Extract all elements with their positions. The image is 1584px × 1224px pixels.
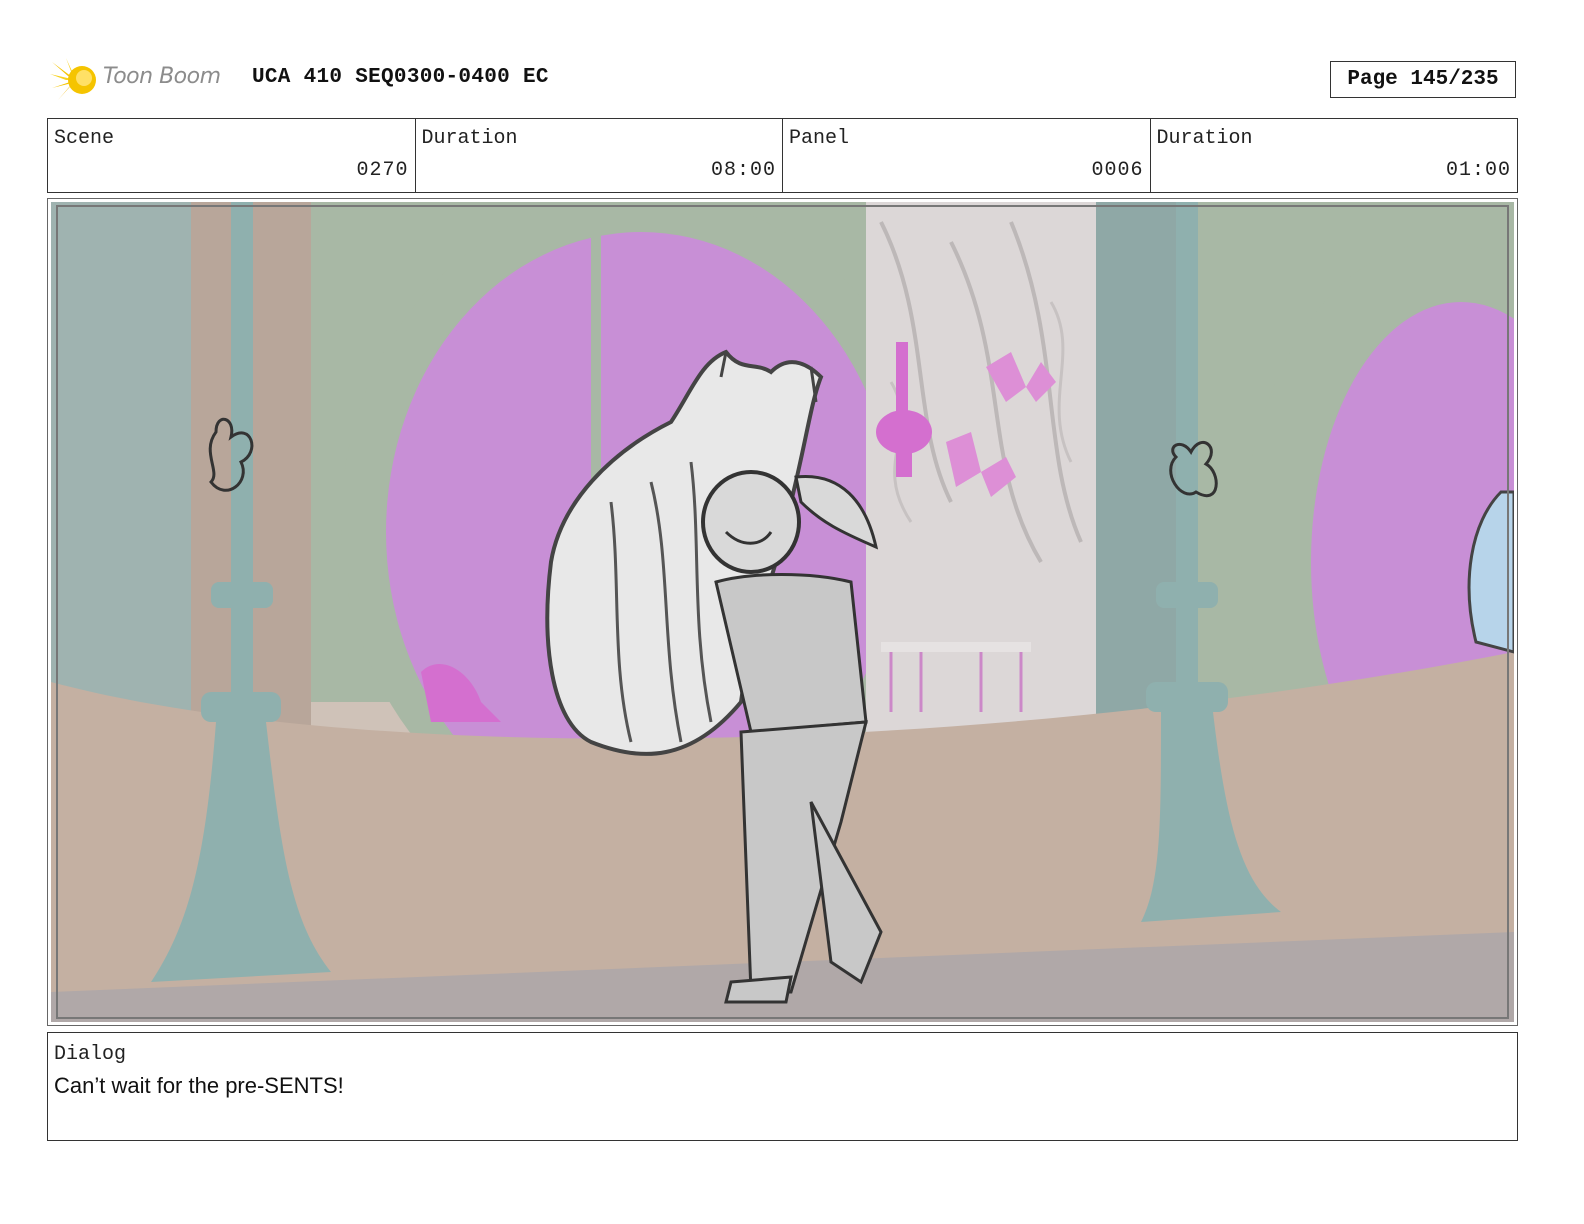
storyboard-drawing: [51, 202, 1514, 1022]
left-pillar: [231, 202, 253, 762]
logo-text: Toon Boom: [103, 64, 221, 89]
panel-cell: Panel 0006: [783, 119, 1151, 192]
panel-value: 0006: [1091, 159, 1144, 182]
page-indicator: Page 145/235: [1330, 61, 1516, 98]
scene-duration-value: 08:00: [710, 159, 776, 182]
document-title: UCA 410 SEQ0300-0400 EC: [252, 66, 549, 89]
dialog-text: Can’t wait for the pre-SENTS!: [54, 1073, 344, 1098]
panel-duration-value: 01:00: [1445, 159, 1511, 182]
toon-boom-logo: Toon Boom: [50, 54, 240, 106]
storyboard-panel-image: [47, 198, 1518, 1026]
scene-cell: Scene 0270: [48, 119, 416, 192]
dialog-label: Dialog: [54, 1043, 127, 1066]
background-table: [881, 642, 1031, 652]
scene-value: 0270: [356, 159, 409, 182]
panel-duration-label: Duration: [1156, 127, 1253, 150]
scene-duration-label: Duration: [421, 127, 518, 150]
panel-duration-cell: Duration 01:00: [1151, 119, 1518, 192]
right-pillar: [1176, 202, 1198, 762]
panel-info-table: Scene 0270 Duration 08:00 Panel 0006 Dur…: [47, 118, 1518, 193]
starburst-icon: [50, 58, 96, 100]
dialog-box: Dialog Can’t wait for the pre-SENTS!: [47, 1032, 1518, 1141]
scene-duration-cell: Duration 08:00: [416, 119, 783, 192]
scene-label: Scene: [54, 127, 115, 150]
panel-label: Panel: [789, 127, 850, 150]
